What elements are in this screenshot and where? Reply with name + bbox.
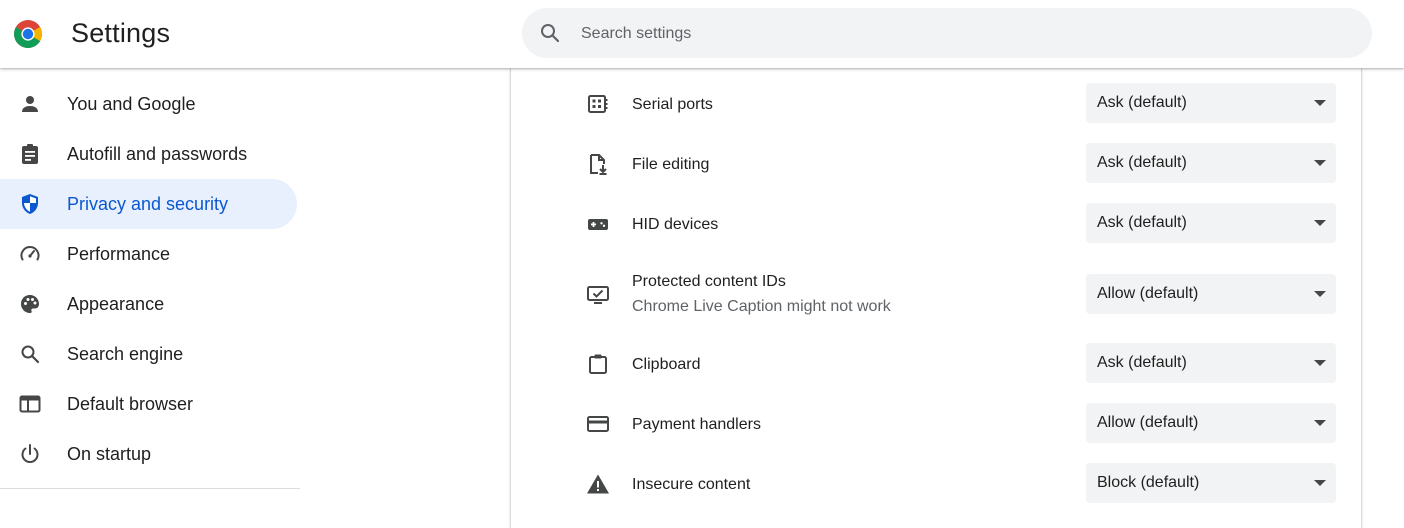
shield-icon [22,194,38,214]
permission-row-clipboard: Clipboard Ask (default) [511,340,1361,388]
sidebar-item-default-browser[interactable]: Default browser [0,379,297,429]
warning-icon [587,474,609,494]
select-value: Allow (default) [1097,285,1199,302]
person-icon [22,96,38,112]
search-icon[interactable] [538,21,562,45]
sidebar-item-autofill[interactable]: Autofill and passwords [0,129,297,179]
sidebar-item-label: You and Google [67,94,196,114]
payment-handlers-select[interactable]: Allow (default) [1086,403,1336,443]
site-permissions-card: Serial ports Ask (default) File editing … [511,68,1361,528]
hid-devices-select[interactable]: Ask (default) [1086,203,1336,243]
permission-row-insecure-content: Insecure content Block (default) [511,460,1361,508]
sidebar-item-label: Search engine [67,344,184,364]
insecure-content-select[interactable]: Block (default) [1086,463,1336,503]
select-value: Ask (default) [1097,354,1187,371]
gamepad-icon [588,219,608,230]
dropdown-arrow-icon [1314,100,1326,106]
clipboard-icon [589,354,607,374]
clipboard-list-icon [22,144,38,164]
file-edit-icon [590,154,607,175]
permission-label: Protected content IDs [632,273,786,290]
sidebar-item-appearance[interactable]: Appearance [0,279,297,329]
sidebar-item-label: Appearance [67,294,165,314]
sidebar-item-label: Default browser [67,394,194,414]
sidebar-item-label: Autofill and passwords [67,144,248,164]
search-icon [21,345,40,364]
browser-window-icon [19,395,41,413]
dropdown-arrow-icon [1314,160,1326,166]
sidebar-item-on-startup[interactable]: On startup [0,429,297,479]
permission-label: Payment handlers [632,416,761,433]
permission-row-hid-devices: HID devices Ask (default) [511,200,1361,248]
select-value: Block (default) [1097,474,1200,491]
credit-card-icon [587,416,609,432]
permission-label: File editing [632,156,710,173]
sidebar-item-label: Performance [67,244,171,264]
permission-label: Insecure content [632,476,751,493]
chrome-logo-icon [14,20,42,48]
dropdown-arrow-icon [1314,220,1326,226]
sidebar-item-you-and-google[interactable]: You and Google [0,79,297,129]
sidebar-item-label: On startup [67,444,152,464]
select-value: Allow (default) [1097,414,1199,431]
serial-port-icon [588,95,608,113]
power-icon [21,444,39,463]
permission-label: Serial ports [632,96,713,113]
select-value: Ask (default) [1097,154,1187,171]
select-value: Ask (default) [1097,94,1187,111]
sidebar: You and Google Autofill and passwords Pr… [0,79,300,479]
page-title: Settings [71,18,171,48]
permission-sublabel: Chrome Live Caption might not work [632,298,891,315]
speedometer-icon [20,246,40,261]
dropdown-arrow-icon [1314,291,1326,297]
permission-row-serial-ports: Serial ports Ask (default) [511,80,1361,128]
protected-content-select[interactable]: Allow (default) [1086,274,1336,314]
header: Settings [0,0,1404,68]
monitor-check-icon [587,286,609,304]
clipboard-select[interactable]: Ask (default) [1086,343,1336,383]
serial-ports-select[interactable]: Ask (default) [1086,83,1336,123]
sidebar-item-label: Privacy and security [67,194,229,214]
permission-row-protected-content: Protected content IDs Chrome Live Captio… [511,260,1361,330]
select-value: Ask (default) [1097,214,1187,231]
sidebar-divider [0,488,300,489]
search-bar[interactable] [522,8,1372,58]
permission-label: Clipboard [632,356,701,373]
dropdown-arrow-icon [1314,360,1326,366]
permission-row-file-editing: File editing Ask (default) [511,140,1361,188]
sidebar-item-search-engine[interactable]: Search engine [0,329,297,379]
palette-icon [21,295,39,313]
permission-row-payment-handlers: Payment handlers Allow (default) [511,400,1361,448]
sidebar-item-performance[interactable]: Performance [0,229,297,279]
dropdown-arrow-icon [1314,420,1326,426]
search-input[interactable] [579,21,1343,47]
permission-label: HID devices [632,216,719,233]
sidebar-item-privacy-and-security[interactable]: Privacy and security [0,179,297,229]
file-editing-select[interactable]: Ask (default) [1086,143,1336,183]
dropdown-arrow-icon [1314,480,1326,486]
